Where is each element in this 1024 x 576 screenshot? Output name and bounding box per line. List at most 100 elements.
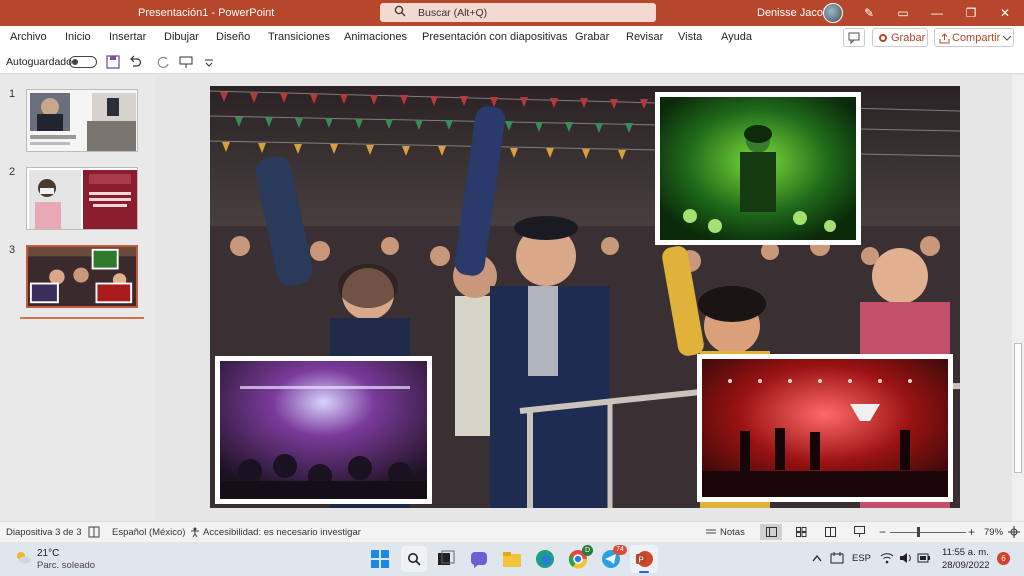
zoom-out-icon[interactable]: − — [879, 525, 886, 539]
weather-icon[interactable] — [14, 550, 32, 564]
thumbnail-number: 2 — [9, 166, 16, 178]
input-language[interactable]: ESP — [852, 553, 871, 564]
close-icon[interactable]: ✕ — [996, 4, 1014, 22]
comments-button[interactable] — [843, 28, 865, 47]
slide-thumbnail-2[interactable] — [26, 167, 138, 230]
active-app-indicator — [639, 571, 649, 573]
quick-access-toolbar: Autoguardado — [0, 50, 1024, 74]
autosave-label: Autoguardado — [6, 56, 72, 68]
fit-slide-icon[interactable] — [1008, 526, 1020, 538]
slide-thumbnail-pane: 1 2 3 — [0, 75, 155, 521]
powerpoint-taskbar-button[interactable]: P — [630, 545, 658, 573]
thumbnail-3-image — [28, 247, 136, 306]
windows-taskbar: 21°C Parc. soleado D 74 P ESP 11:55 a. m… — [0, 542, 1024, 576]
powerpoint-icon: P — [636, 551, 653, 567]
clock-date[interactable]: 28/09/2022 — [942, 560, 990, 571]
accessibility-status[interactable]: Accesibilidad: es necesario investigar — [203, 527, 361, 538]
search-placeholder: Buscar (Alt+Q) — [418, 7, 488, 19]
ribbon-tabs: Archivo Inicio Insertar Dibujar Diseño T… — [0, 26, 1024, 50]
restore-icon[interactable]: ❐ — [962, 4, 980, 22]
accessibility-icon[interactable] — [189, 526, 201, 538]
slide-canvas — [210, 86, 960, 508]
zoom-slider-thumb[interactable] — [917, 527, 920, 537]
clock-time[interactable]: 11:55 a. m. — [942, 547, 989, 558]
chevron-down-icon — [1003, 36, 1011, 41]
save-icon[interactable] — [106, 55, 120, 69]
tab-dibujar[interactable]: Dibujar — [164, 31, 199, 43]
document-title: Presentación1 - PowerPoint — [138, 7, 275, 19]
windows-start-icon[interactable] — [370, 549, 390, 569]
normal-view-icon — [766, 527, 777, 537]
notes-icon — [706, 529, 716, 534]
share-button[interactable]: Compartir — [934, 28, 1014, 47]
slide-thumbnail-1[interactable] — [26, 89, 138, 152]
title-bar: Presentación1 - PowerPoint Buscar (Alt+Q… — [0, 0, 1024, 26]
share-label: Compartir — [952, 32, 1001, 44]
search-icon — [394, 5, 406, 17]
slide-editing-area — [156, 75, 1012, 521]
tab-presentacion[interactable]: Presentación con diapositivas — [422, 31, 568, 43]
tab-revisar[interactable]: Revisar — [626, 31, 663, 43]
share-icon — [939, 33, 950, 44]
teams-chat-icon[interactable] — [469, 549, 489, 569]
inset-photo-singer — [655, 92, 861, 245]
weather-description: Parc. soleado — [37, 560, 96, 571]
spellcheck-icon[interactable] — [88, 526, 100, 538]
scrollbar-thumb[interactable] — [1014, 343, 1022, 473]
notes-button[interactable]: Notas — [720, 527, 745, 538]
vertical-scrollbar[interactable] — [1012, 75, 1024, 521]
thumbnail-1-image — [27, 90, 137, 151]
autosave-toggle[interactable] — [69, 56, 97, 68]
tab-vista[interactable]: Vista — [678, 31, 702, 43]
tab-transiciones[interactable]: Transiciones — [268, 31, 330, 43]
inset-photo-stage-purple — [215, 356, 432, 504]
redo-icon[interactable] — [157, 55, 171, 69]
thumbnail-2-image — [27, 168, 137, 229]
slideshow-icon[interactable] — [854, 526, 865, 538]
record-button[interactable]: Grabar — [872, 28, 928, 47]
zoom-slider[interactable] — [890, 532, 966, 533]
tab-animaciones[interactable]: Animaciones — [344, 31, 407, 43]
notification-badge[interactable]: 6 — [997, 552, 1010, 565]
onedrive-icon[interactable] — [830, 551, 844, 565]
presenter-icon[interactable] — [179, 55, 193, 69]
thumbnail-number: 1 — [9, 88, 16, 100]
thumbnail-number: 3 — [9, 244, 16, 256]
zoom-level[interactable]: 79% — [984, 527, 1003, 538]
ribbon-display-icon[interactable]: ▭ — [894, 4, 912, 22]
minimize-icon[interactable]: — — [928, 4, 946, 22]
current-slide[interactable] — [210, 86, 960, 508]
status-bar: Diapositiva 3 de 3 Español (México) Acce… — [0, 521, 1024, 542]
tab-insertar[interactable]: Insertar — [109, 31, 146, 43]
tab-grabar[interactable]: Grabar — [575, 31, 609, 43]
file-explorer-icon[interactable] — [502, 549, 522, 569]
telegram-unread-badge: 74 — [613, 545, 627, 555]
weather-temperature: 21°C — [37, 548, 60, 559]
search-box[interactable]: Buscar (Alt+Q) — [380, 3, 656, 22]
inset-photo-stage-red — [697, 354, 953, 502]
chevron-up-icon[interactable] — [812, 554, 822, 562]
volume-icon[interactable] — [899, 552, 913, 564]
reading-view-icon[interactable] — [825, 527, 836, 537]
slide-counter: Diapositiva 3 de 3 — [6, 527, 82, 538]
tab-diseno[interactable]: Diseño — [216, 31, 250, 43]
battery-icon[interactable] — [917, 552, 931, 564]
svg-text:P: P — [639, 556, 644, 565]
pen-icon[interactable]: ✎ — [860, 4, 878, 22]
search-taskbar-button[interactable] — [401, 546, 427, 572]
record-icon — [879, 34, 887, 42]
zoom-in-icon[interactable]: + — [968, 525, 975, 539]
language-indicator[interactable]: Español (México) — [112, 527, 185, 538]
tab-archivo[interactable]: Archivo — [10, 31, 47, 43]
customize-qat-icon[interactable] — [202, 55, 216, 69]
tab-ayuda[interactable]: Ayuda — [721, 31, 752, 43]
comment-icon — [848, 32, 860, 45]
tab-inicio[interactable]: Inicio — [65, 31, 91, 43]
task-view-icon[interactable] — [437, 550, 455, 568]
avatar[interactable] — [823, 3, 843, 23]
undo-icon[interactable] — [128, 55, 142, 69]
slide-sorter-icon[interactable] — [796, 527, 807, 537]
edge-icon[interactable] — [535, 549, 555, 569]
wifi-icon[interactable] — [880, 552, 894, 564]
slide-thumbnail-3[interactable] — [26, 245, 138, 308]
